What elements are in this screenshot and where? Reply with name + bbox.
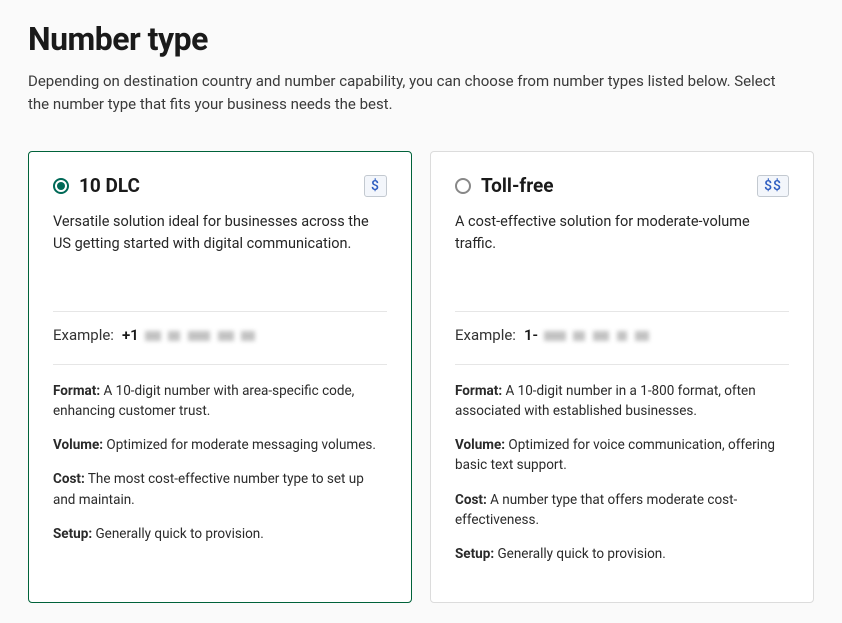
card-title: 10 DLC — [79, 174, 140, 197]
example-row: Example: +1 — [53, 326, 387, 344]
price-badge: $ — [364, 175, 387, 197]
divider — [455, 311, 789, 312]
page-subtitle: Depending on destination country and num… — [28, 70, 788, 115]
detail-volume: Volume: Optimized for voice communicatio… — [455, 435, 789, 476]
card-title: Toll-free — [481, 174, 554, 197]
detail-setup: Setup: Generally quick to provision. — [455, 544, 789, 564]
detail-cost: Cost: The most cost-effective number typ… — [53, 469, 387, 510]
price-badge: $$ — [757, 175, 789, 197]
detail-setup: Setup: Generally quick to provision. — [53, 524, 387, 544]
example-label: Example: — [53, 326, 114, 344]
detail-cost: Cost: A number type that offers moderate… — [455, 490, 789, 531]
card-description: A cost-effective solution for moderate-v… — [455, 211, 789, 255]
detail-format: Format: A 10-digit number with area-spec… — [53, 381, 387, 422]
detail-format: Format: A 10-digit number in a 1-800 for… — [455, 381, 789, 422]
radio-selected-icon[interactable] — [53, 178, 69, 194]
card-description: Versatile solution ideal for businesses … — [53, 211, 387, 255]
example-value: +1 — [122, 326, 256, 344]
detail-volume: Volume: Optimized for moderate messaging… — [53, 435, 387, 455]
option-card-tollfree[interactable]: Toll-free $$ A cost-effective solution f… — [430, 151, 814, 603]
radio-unselected-icon[interactable] — [455, 178, 471, 194]
divider — [53, 311, 387, 312]
example-label: Example: — [455, 326, 516, 344]
divider — [53, 364, 387, 365]
example-value: 1- — [524, 326, 649, 344]
page-title: Number type — [28, 20, 814, 58]
divider — [455, 364, 789, 365]
example-row: Example: 1- — [455, 326, 789, 344]
option-card-10dlc[interactable]: 10 DLC $ Versatile solution ideal for bu… — [28, 151, 412, 603]
